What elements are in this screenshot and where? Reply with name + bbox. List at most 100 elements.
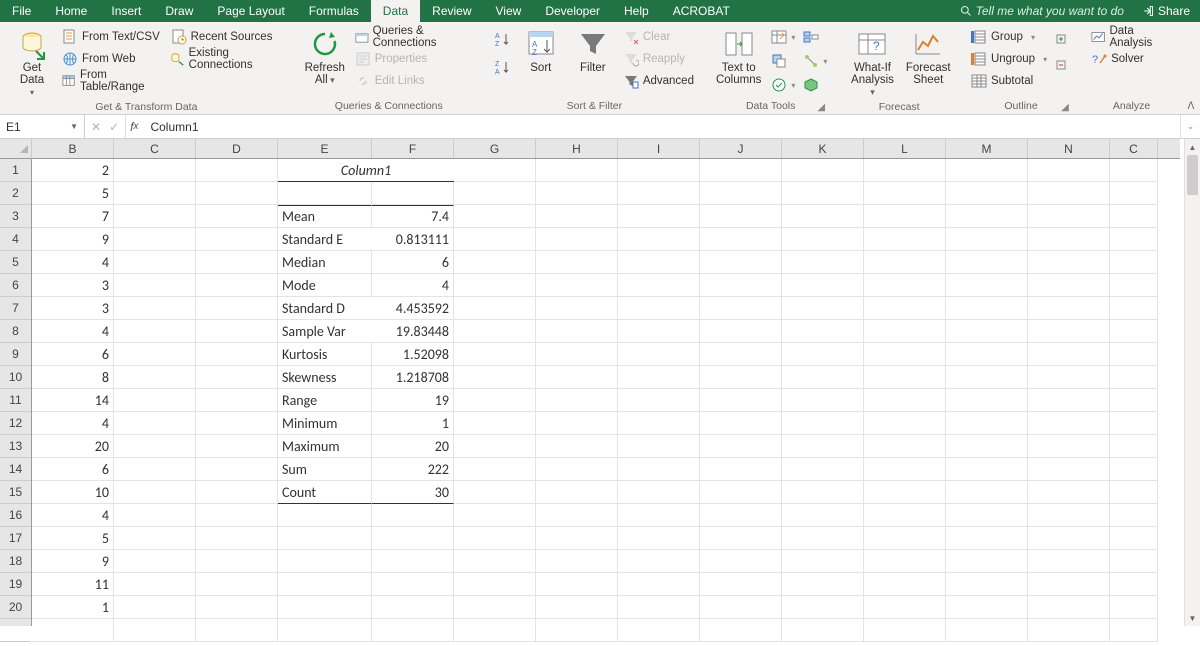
cell[interactable] bbox=[700, 573, 782, 596]
cell[interactable] bbox=[536, 550, 618, 573]
cell[interactable] bbox=[372, 504, 454, 527]
cell[interactable] bbox=[1110, 159, 1158, 182]
cell[interactable] bbox=[782, 596, 864, 619]
cell[interactable] bbox=[782, 527, 864, 550]
cell[interactable] bbox=[454, 527, 536, 550]
cell[interactable]: 10 bbox=[32, 481, 114, 504]
cell[interactable] bbox=[946, 619, 1028, 642]
relationships-button[interactable]: ▾ bbox=[801, 50, 829, 72]
column-header[interactable]: J bbox=[700, 139, 782, 158]
filter-button[interactable]: Filter bbox=[569, 26, 617, 76]
cell[interactable] bbox=[1110, 596, 1158, 619]
cell[interactable] bbox=[454, 159, 536, 182]
cell[interactable] bbox=[114, 619, 196, 642]
cell[interactable]: Mode bbox=[278, 274, 372, 297]
cell[interactable] bbox=[864, 159, 946, 182]
cell[interactable] bbox=[536, 228, 618, 251]
row-header[interactable]: 15 bbox=[0, 481, 31, 504]
cell[interactable] bbox=[618, 320, 700, 343]
cell[interactable] bbox=[864, 320, 946, 343]
cell[interactable] bbox=[454, 389, 536, 412]
row-header[interactable]: 10 bbox=[0, 366, 31, 389]
cell[interactable] bbox=[114, 596, 196, 619]
from-table-range-button[interactable]: From Table/Range bbox=[60, 70, 165, 92]
cell[interactable] bbox=[782, 412, 864, 435]
cell[interactable]: 11 bbox=[32, 573, 114, 596]
cell[interactable] bbox=[1028, 527, 1110, 550]
cell[interactable] bbox=[864, 251, 946, 274]
formula-input[interactable]: Column1 bbox=[142, 115, 1180, 138]
cell[interactable] bbox=[196, 458, 278, 481]
cell[interactable] bbox=[782, 550, 864, 573]
cell[interactable] bbox=[782, 573, 864, 596]
cell[interactable] bbox=[1028, 435, 1110, 458]
cell[interactable] bbox=[536, 320, 618, 343]
cell[interactable] bbox=[32, 619, 114, 642]
scroll-up-button[interactable]: ▲ bbox=[1185, 139, 1200, 155]
cell[interactable] bbox=[454, 550, 536, 573]
cell[interactable] bbox=[454, 274, 536, 297]
flash-fill-button[interactable]: ▾ bbox=[769, 26, 797, 48]
cell[interactable] bbox=[278, 596, 372, 619]
cell[interactable] bbox=[114, 251, 196, 274]
column-header[interactable]: H bbox=[536, 139, 618, 158]
cell[interactable] bbox=[454, 596, 536, 619]
cell[interactable] bbox=[1028, 274, 1110, 297]
cell[interactable] bbox=[1110, 251, 1158, 274]
cell[interactable] bbox=[114, 412, 196, 435]
cell[interactable] bbox=[700, 274, 782, 297]
column-headers[interactable]: BCDEFGHIJKLMNC bbox=[32, 139, 1180, 159]
cell[interactable] bbox=[700, 596, 782, 619]
cell[interactable] bbox=[278, 550, 372, 573]
cell[interactable] bbox=[1028, 228, 1110, 251]
cell[interactable]: Skewness bbox=[278, 366, 372, 389]
cell[interactable] bbox=[618, 366, 700, 389]
cell[interactable] bbox=[864, 550, 946, 573]
cell[interactable] bbox=[946, 550, 1028, 573]
cell[interactable]: 1.218708 bbox=[372, 366, 454, 389]
cell[interactable] bbox=[1028, 320, 1110, 343]
cell[interactable]: 0.813111 bbox=[372, 228, 454, 251]
cell[interactable]: 8 bbox=[32, 366, 114, 389]
show-detail-button[interactable] bbox=[1053, 28, 1073, 50]
cell[interactable] bbox=[196, 550, 278, 573]
cell[interactable] bbox=[782, 297, 864, 320]
row-header[interactable]: 20 bbox=[0, 596, 31, 619]
cell[interactable] bbox=[618, 205, 700, 228]
dialog-launcher-icon[interactable]: ◢ bbox=[1061, 102, 1073, 114]
cell[interactable] bbox=[782, 366, 864, 389]
tab-review[interactable]: Review bbox=[420, 0, 483, 22]
cell[interactable] bbox=[278, 182, 372, 205]
cell[interactable] bbox=[114, 550, 196, 573]
cell[interactable] bbox=[864, 412, 946, 435]
cells[interactable]: 2Column157Mean7.49Standard E0.8131114Med… bbox=[32, 159, 1180, 626]
cell[interactable] bbox=[454, 573, 536, 596]
cell[interactable] bbox=[454, 481, 536, 504]
cell[interactable] bbox=[864, 343, 946, 366]
cell[interactable] bbox=[536, 412, 618, 435]
cell[interactable] bbox=[1028, 343, 1110, 366]
cell[interactable] bbox=[536, 504, 618, 527]
cell[interactable] bbox=[782, 435, 864, 458]
ungroup-button[interactable]: Ungroup▾ bbox=[969, 48, 1049, 70]
cell[interactable] bbox=[782, 504, 864, 527]
cell[interactable] bbox=[454, 504, 536, 527]
column-header[interactable]: K bbox=[782, 139, 864, 158]
cell[interactable] bbox=[1110, 481, 1158, 504]
cell[interactable] bbox=[1110, 435, 1158, 458]
cell[interactable] bbox=[946, 320, 1028, 343]
cell[interactable] bbox=[618, 435, 700, 458]
cell[interactable] bbox=[454, 412, 536, 435]
cell[interactable] bbox=[1028, 550, 1110, 573]
cell[interactable] bbox=[946, 251, 1028, 274]
cell[interactable] bbox=[536, 366, 618, 389]
cell[interactable] bbox=[1110, 182, 1158, 205]
cell[interactable] bbox=[196, 527, 278, 550]
tab-help[interactable]: Help bbox=[612, 0, 661, 22]
cell[interactable] bbox=[278, 619, 372, 642]
cell[interactable] bbox=[114, 159, 196, 182]
cell[interactable] bbox=[196, 435, 278, 458]
cell[interactable] bbox=[700, 205, 782, 228]
cell[interactable]: 4 bbox=[32, 320, 114, 343]
solver-button[interactable]: ?Solver bbox=[1089, 48, 1174, 70]
